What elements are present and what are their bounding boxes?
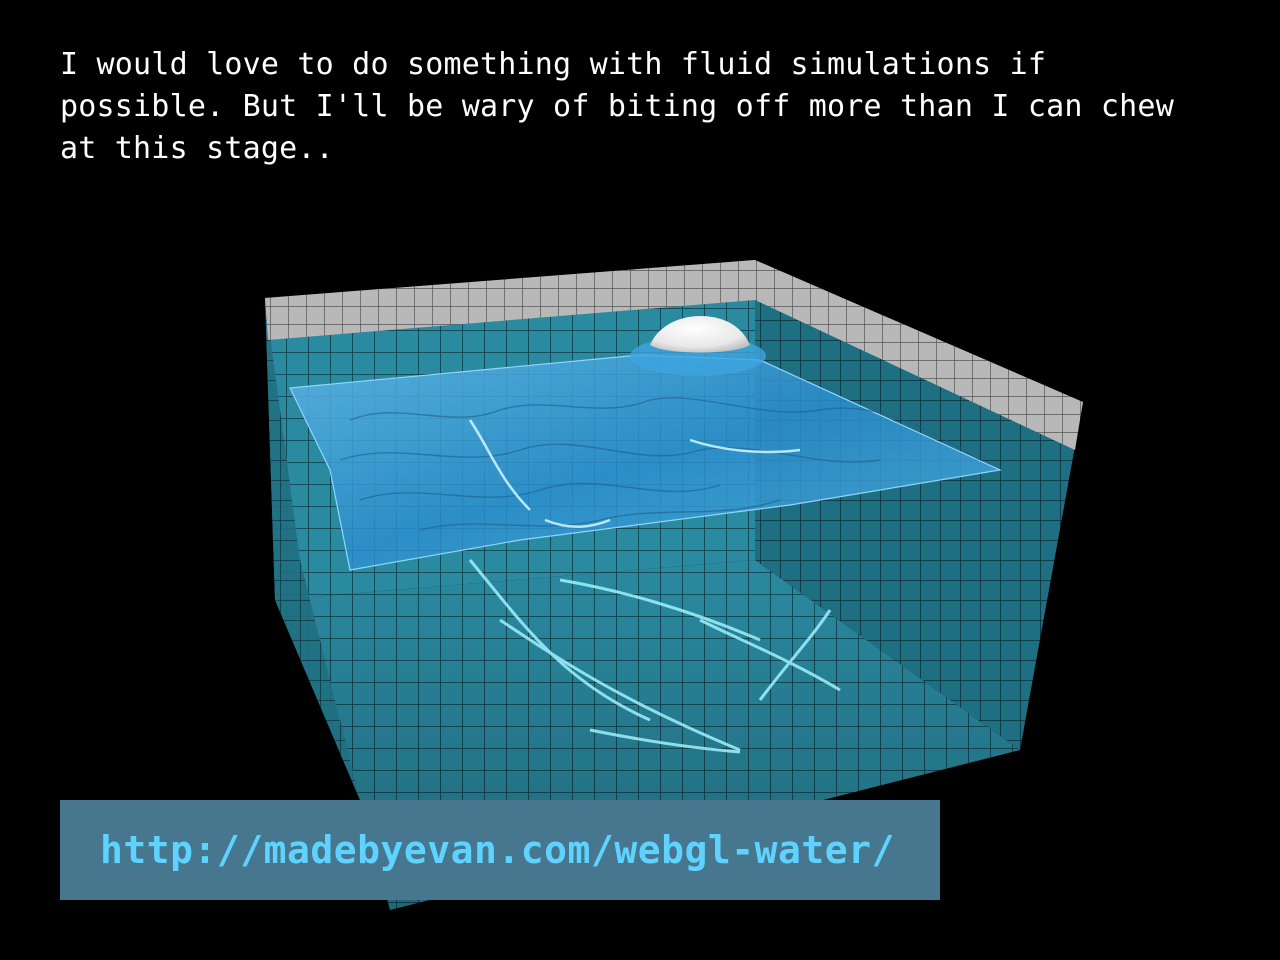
url-banner: http://madebyevan.com/webgl-water/	[60, 800, 940, 900]
demo-url-link[interactable]: http://madebyevan.com/webgl-water/	[100, 828, 895, 872]
slide-caption: I would love to do something with fluid …	[60, 47, 1174, 166]
slide: I would love to do something with fluid …	[0, 0, 1280, 960]
